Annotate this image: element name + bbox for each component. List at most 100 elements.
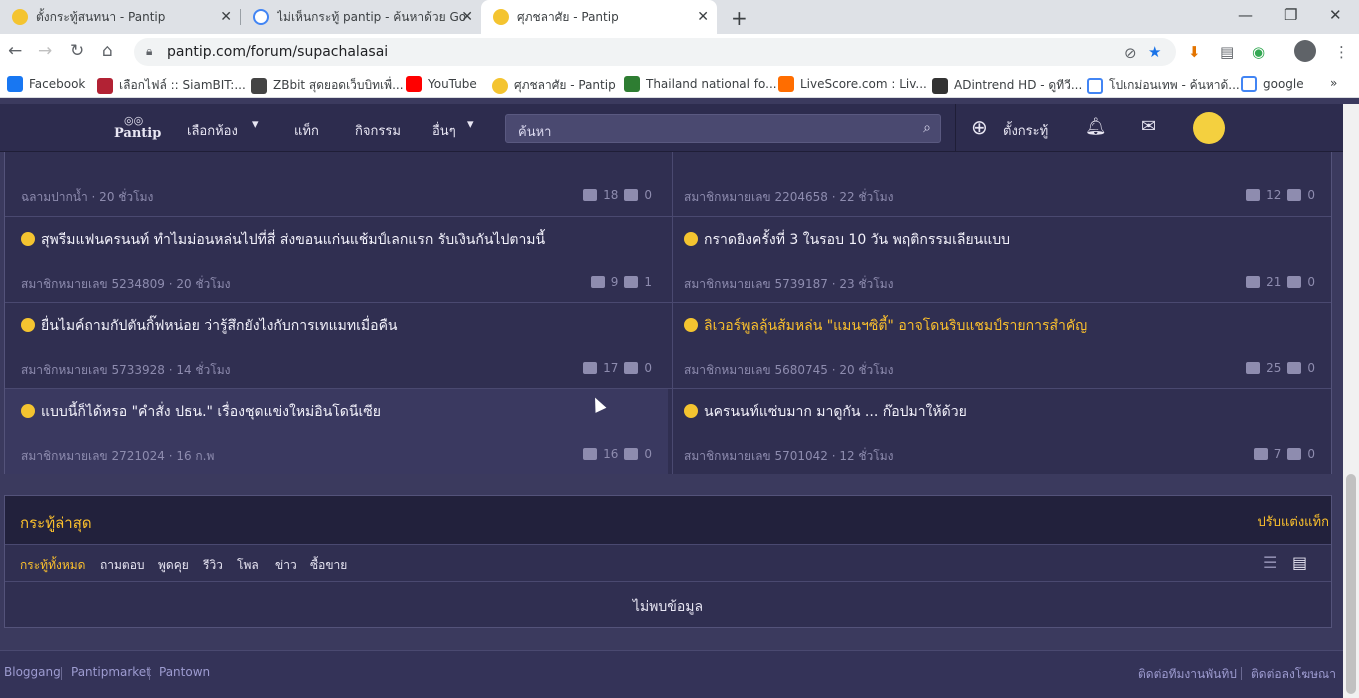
topic-card[interactable]: แบบนี้ก็ได้หรอ "คำสั่ง ปธน." เรื่องชุดแข…: [5, 388, 668, 474]
globe-extension-icon[interactable]: ◉: [1252, 43, 1265, 61]
bars-icon: [624, 76, 640, 92]
nav-activity[interactable]: กิจกรรม: [355, 120, 401, 141]
footer-link-pantown[interactable]: Pantown: [159, 665, 210, 679]
home-icon[interactable]: ⌂: [102, 41, 113, 61]
topic-title[interactable]: ลิเวอร์พูลลุ้นส้มหล่น "แมนฯซิตี้" อาจโดน…: [684, 315, 1087, 337]
bookmark-siambit[interactable]: เลือกไฟล์ :: SiamBIT:...: [97, 76, 246, 95]
close-tab-icon[interactable]: ✕: [461, 9, 473, 25]
footer-link-bloggang[interactable]: Bloggang: [4, 665, 61, 679]
new-topic-button[interactable]: ตั้งกระทู้: [1003, 120, 1048, 141]
scrollbar-thumb[interactable]: [1346, 474, 1356, 694]
reload-icon[interactable]: ↻: [70, 41, 84, 61]
topic-stats: 12 0: [1246, 188, 1315, 202]
customize-tags-link[interactable]: ปรับแต่งแท็ก: [1258, 511, 1329, 532]
bookmark-label: Thailand national fo...: [646, 77, 777, 91]
menu-kebab-icon[interactable]: ⋮: [1334, 43, 1349, 61]
topic-card[interactable]: นครนนท์แซ่บมาก มาดูกัน ... ก๊อปมาให้ด้วย…: [668, 388, 1331, 474]
latest-filters: กระทู้ทั้งหมด ถามตอบ พูดคุย รีวิว โพล ข่…: [5, 545, 1331, 582]
topic-emoji-icon: [21, 404, 35, 418]
close-tab-icon[interactable]: ✕: [220, 9, 232, 25]
filter-poll[interactable]: โพล: [237, 556, 259, 575]
topic-title-text: ลิเวอร์พูลลุ้นส้มหล่น "แมนฯซิตี้" อาจโดน…: [704, 318, 1088, 334]
pantip-favicon-icon: [493, 9, 509, 25]
back-icon[interactable]: ←: [8, 41, 22, 61]
footer-link-advertise[interactable]: ติดต่อลงโฆษณา: [1251, 665, 1336, 684]
close-tab-icon[interactable]: ✕: [697, 9, 709, 25]
topic-title[interactable]: ยื่นไมค์ถามกัปตันกิ๊ฟหน่อย ว่ารู้สึกยังไ…: [21, 315, 398, 337]
topic-card[interactable]: กราดยิงครั้งที่ 3 ในรอบ 10 วัน พฤติกรรมเ…: [668, 216, 1331, 302]
page-scrollbar[interactable]: [1343, 104, 1359, 698]
tab-title: ตั้งกระทู้สนทนา - Pantip: [36, 9, 166, 24]
tab-3-active[interactable]: ศุภชลาศัย - Pantip ✕: [481, 0, 717, 34]
new-tab-icon[interactable]: +: [731, 6, 748, 30]
filter-news[interactable]: ข่าว: [275, 556, 297, 575]
nav-select-room[interactable]: เลือกห้อง: [187, 120, 238, 141]
topic-title[interactable]: กราดยิงครั้งที่ 3 ในรอบ 10 วัน พฤติกรรมเ…: [684, 229, 1010, 251]
forward-icon[interactable]: →: [38, 41, 52, 61]
minimize-icon[interactable]: —: [1238, 6, 1253, 24]
vote-icon: [1287, 362, 1302, 374]
filter-chat[interactable]: พูดคุย: [158, 556, 189, 575]
bookmark-label: Facebook: [29, 77, 86, 91]
chevron-down-icon: ▾: [252, 117, 259, 132]
bookmark-facebook[interactable]: Facebook: [7, 76, 85, 92]
search-input[interactable]: ค้นหา ⌕: [505, 114, 941, 143]
comment-icon: [1246, 276, 1261, 288]
tab-1[interactable]: ตั้งกระทู้สนทนา - Pantip ✕: [0, 0, 240, 34]
detailed-list-icon[interactable]: ▤: [1292, 553, 1307, 572]
filter-trade[interactable]: ซื้อขาย: [310, 556, 347, 575]
filter-review[interactable]: รีวิว: [203, 556, 223, 575]
topic-title[interactable]: แบบนี้ก็ได้หรอ "คำสั่ง ปธน." เรื่องชุดแข…: [21, 401, 381, 423]
topic-card[interactable]: สุพรีมแฟนครนนท์ ทำไมม่อนหล่นไปที่สี่ ส่ง…: [5, 216, 668, 302]
vote-count: 0: [1307, 275, 1315, 289]
mail-icon[interactable]: ✉: [1141, 116, 1156, 137]
topic-card[interactable]: ยื่นไมค์ถามกัปตันกิ๊ฟหน่อย ว่ารู้สึกยังไ…: [5, 302, 668, 388]
bookmark-label: ศุภชลาศัย - Pantip: [514, 78, 616, 92]
url-text: pantip.com/forum/supachalasai: [167, 44, 389, 60]
topic-emoji-icon: [684, 404, 698, 418]
filter-all[interactable]: กระทู้ทั้งหมด: [20, 556, 85, 575]
bell-icon[interactable]: 🔔︎: [1085, 117, 1107, 137]
bookmark-pantip[interactable]: ศุภชลาศัย - Pantip: [492, 76, 616, 95]
topic-title[interactable]: สุพรีมแฟนครนนท์ ทำไมม่อนหล่นไปที่สี่ ส่ง…: [21, 229, 545, 251]
address-bar[interactable]: 🔒︎ pantip.com/forum/supachalasai ⊘ ★: [134, 38, 1176, 66]
maximize-icon[interactable]: ❐: [1284, 6, 1297, 24]
nav-tag[interactable]: แท็ก: [294, 120, 319, 141]
bookmark-pokemon[interactable]: โปเกม่อนเทพ - ค้นหาด้...: [1087, 76, 1240, 95]
extension-icon[interactable]: ▤: [1220, 43, 1234, 61]
footer-link-pantipmarket[interactable]: Pantipmarket: [71, 665, 151, 679]
pantip-logo[interactable]: ◎◎ Pantip: [114, 114, 161, 144]
topic-meta: สมาชิกหมายเลข 5680745 · 20 ชั่วโมง: [684, 363, 894, 377]
bookmark-youtube[interactable]: YouTube: [406, 76, 477, 92]
topic-card[interactable]: ฉลามปากน้ำ · 20 ชั่วโมง 18 0: [5, 152, 668, 216]
comment-count: 12: [1266, 188, 1282, 202]
download-icon[interactable]: ⬇: [1188, 43, 1201, 61]
vote-icon: [624, 448, 639, 460]
bookmark-star-icon[interactable]: ★: [1148, 43, 1161, 61]
vote-icon: [624, 189, 639, 201]
filter-qa[interactable]: ถามตอบ: [100, 556, 145, 575]
bookmark-zbbit[interactable]: ZBbit สุดยอดเว็บบิทเพื่...: [251, 76, 404, 95]
bookmark-google[interactable]: google: [1241, 76, 1304, 92]
topic-card[interactable]: สมาชิกหมายเลข 2204658 · 22 ชั่วโมง 12 0: [668, 152, 1331, 216]
bookmark-livescore[interactable]: LiveScore.com : Liv...: [778, 76, 927, 92]
topic-emoji-icon: [21, 232, 35, 246]
nav-more[interactable]: อื่นๆ: [432, 120, 456, 141]
bookmark-adintrend[interactable]: ADintrend HD - ดูทีวี...: [932, 76, 1082, 95]
vote-count: 0: [1307, 361, 1315, 375]
topic-card[interactable]: ลิเวอร์พูลลุ้นส้มหล่น "แมนฯซิตี้" อาจโดน…: [668, 302, 1331, 388]
search-icon[interactable]: ⌕: [923, 120, 931, 136]
footer-link-contact[interactable]: ติดต่อทีมงานพันทิป: [1138, 665, 1237, 684]
add-topic-icon[interactable]: ⊕: [971, 115, 988, 139]
close-window-icon[interactable]: ✕: [1329, 6, 1342, 24]
more-bookmarks-icon[interactable]: »: [1330, 76, 1337, 90]
zbbit-icon: [251, 77, 267, 94]
profile-avatar[interactable]: [1294, 40, 1316, 62]
tracking-blocked-icon[interactable]: ⊘: [1124, 44, 1137, 62]
latest-topics-panel: กระทู้ล่าสุด ปรับแต่งแท็ก กระทู้ทั้งหมด …: [4, 495, 1332, 628]
compact-list-icon[interactable]: ☰: [1263, 553, 1277, 572]
tab-2[interactable]: ไม่เห็นกระทู้ pantip - ค้นหาด้วย Goo ✕: [241, 0, 481, 34]
bookmark-thailand-football[interactable]: Thailand national fo...: [624, 76, 777, 92]
topic-title[interactable]: นครนนท์แซ่บมาก มาดูกัน ... ก๊อปมาให้ด้วย: [684, 401, 967, 423]
user-avatar[interactable]: [1193, 112, 1225, 144]
